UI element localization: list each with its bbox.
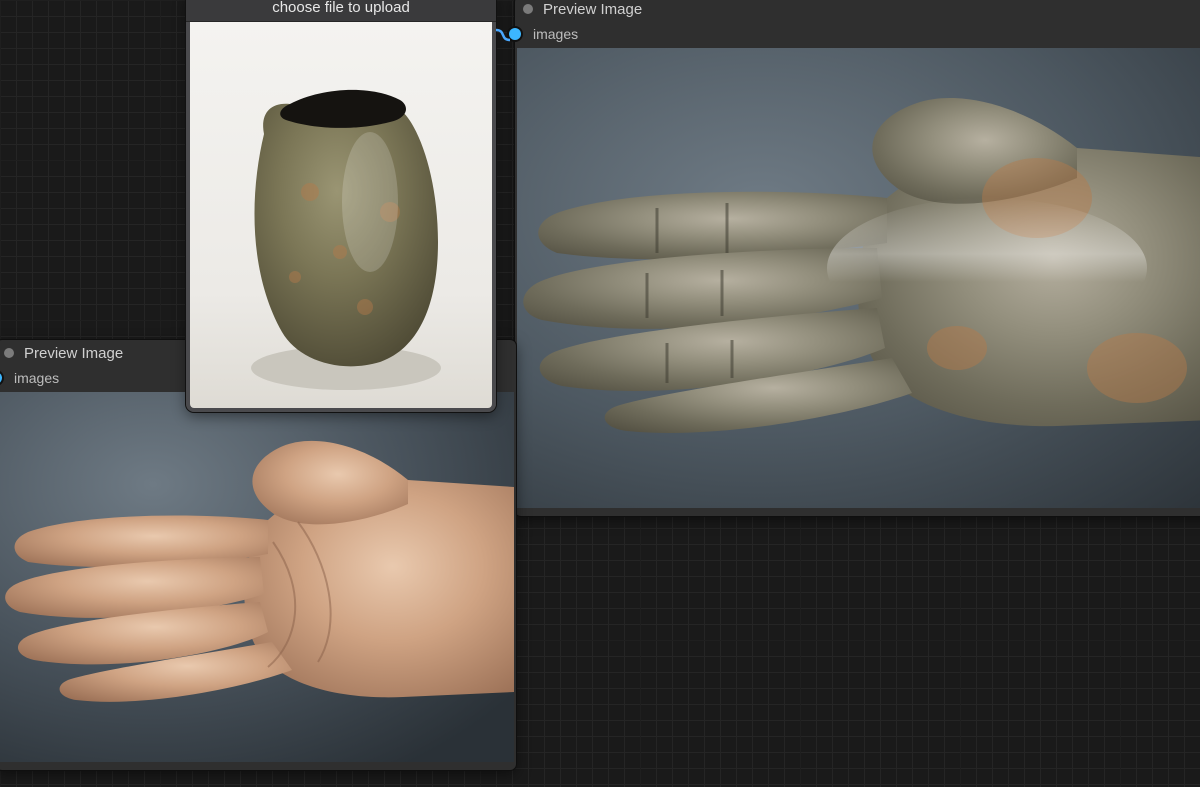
- choose-file-button[interactable]: choose file to upload: [186, 0, 496, 22]
- choose-file-label: choose file to upload: [272, 0, 410, 16]
- port-label: images: [533, 26, 578, 42]
- status-dot-icon: [4, 348, 14, 358]
- wire-upload-to-preview: [496, 30, 510, 40]
- status-dot-icon: [523, 4, 533, 14]
- preview-image-ceramic-hand: [517, 48, 1200, 508]
- node-header[interactable]: Preview Image: [515, 0, 1200, 22]
- thumbnail-vase: [190, 22, 492, 408]
- port-dot-icon[interactable]: [509, 28, 521, 40]
- load-image-node[interactable]: choose file to upload: [186, 0, 496, 412]
- preview-image-area: [517, 48, 1200, 508]
- node-title: Preview Image: [543, 1, 642, 18]
- port-dot-icon[interactable]: [0, 372, 2, 384]
- uploaded-image-thumbnail[interactable]: [186, 22, 496, 412]
- node-graph-canvas[interactable]: Preview Image images: [0, 0, 1200, 787]
- preview-image-area: [0, 392, 514, 762]
- node-header[interactable]: Preview Image: [0, 340, 204, 366]
- node-title: Preview Image: [24, 345, 123, 362]
- port-label: images: [14, 370, 59, 386]
- preview-image-node-large[interactable]: Preview Image images: [515, 0, 1200, 516]
- preview-image-human-hand: [0, 392, 514, 762]
- input-port-images[interactable]: images: [515, 22, 1200, 46]
